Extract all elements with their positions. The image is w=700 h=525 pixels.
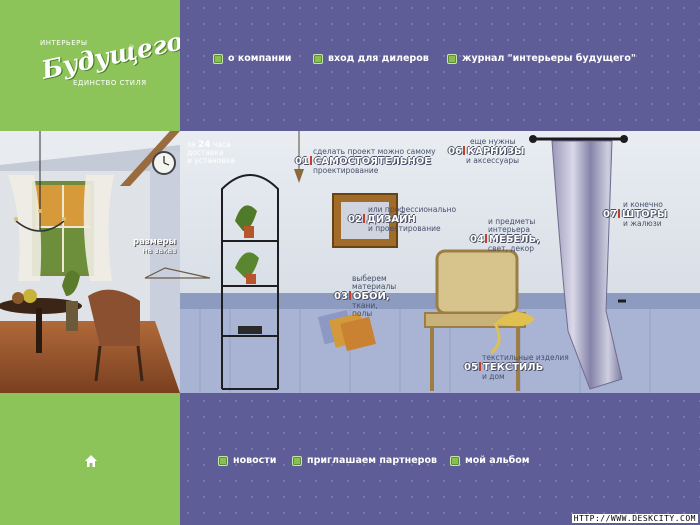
section-01-post: проектирование — [313, 166, 379, 175]
logo[interactable]: Будущего ® — [39, 26, 186, 84]
nav-dealers-label: вход для дилеров — [328, 53, 429, 64]
home-icon[interactable] — [84, 453, 98, 467]
section-07-num: 07 — [603, 209, 617, 220]
top-nav-panel: о компании вход для дилеров журнал "инте… — [180, 0, 700, 131]
nav-magazine-label: журнал "интерьеры будущего" — [462, 53, 636, 64]
section-07[interactable]: и конечно 07 ШТОРЫ и жалюзи — [603, 201, 667, 228]
finally-label: и конечно — [623, 200, 663, 209]
section-02-post: и проектирование — [368, 224, 441, 233]
section-02-num: 02 — [348, 214, 362, 225]
nav-partners[interactable]: приглашаем партнеров — [292, 455, 437, 466]
nav-news[interactable]: новости — [218, 455, 276, 466]
sizes-promo: размеры на заказ — [133, 238, 176, 255]
logo-tagline: ЕДИНСТВО СТИЛЯ — [73, 79, 147, 87]
sizes-line2: на заказ — [142, 246, 177, 255]
bottom-nav-panel: новости приглашаем партнеров мой альбом — [180, 393, 700, 525]
logo-main-text: Будущего — [38, 26, 186, 85]
section-06-pre: еще нужны — [470, 137, 516, 146]
section-03-post2: полы — [352, 309, 373, 318]
square-bullet-icon — [213, 53, 223, 64]
interior-banner: за 24 часа доставка и установка размеры … — [0, 131, 700, 393]
section-05[interactable]: текстильные изделия 05 ТЕКСТИЛЬ и дом — [464, 354, 569, 381]
section-06-num: 06 — [448, 146, 462, 157]
nav-partners-label: приглашаем партнеров — [307, 455, 437, 466]
section-05-pre: текстильные изделия — [482, 353, 569, 362]
section-05-post: и дом — [482, 372, 505, 381]
nav-album-label: мой альбом — [465, 455, 530, 466]
logo-top-text: ИНТЕРЬЕРЫ — [40, 39, 88, 47]
nav-album[interactable]: мой альбом — [450, 455, 530, 466]
section-06[interactable]: еще нужны 06 КАРНИЗЫ и аксессуары — [448, 138, 524, 165]
square-bullet-icon — [218, 455, 228, 466]
section-04-num: 04 — [470, 234, 484, 245]
nav-dealers[interactable]: вход для дилеров — [313, 53, 429, 64]
logo-panel: ИНТЕРЬЕРЫ Будущего ® ЕДИНСТВО СТИЛЯ — [0, 0, 186, 131]
registered-mark: ® — [128, 44, 135, 52]
section-03-pre2: материалы — [352, 282, 397, 291]
square-bullet-icon — [292, 455, 302, 466]
delivery-promo: за 24 часа доставка и установка — [187, 141, 235, 165]
square-bullet-icon — [313, 53, 323, 64]
section-04[interactable]: и предметы интерьера 04 МЕБЕЛЬ, свет, дек… — [470, 218, 540, 253]
section-01-pre: сделать проект можно самому — [313, 147, 436, 156]
section-02[interactable]: или профессионально 02 ДИЗАЙН и проектиро… — [348, 206, 456, 233]
square-bullet-icon — [450, 455, 460, 466]
nav-magazine[interactable]: журнал "интерьеры будущего" — [447, 53, 636, 64]
section-03-num: 03 — [334, 291, 348, 302]
section-04-post: свет, декор — [488, 244, 534, 253]
section-03[interactable]: выберем материалы 03 ОБОИ, ткани, полы — [334, 275, 396, 318]
watermark: HTTP://WWW.DESKCITY.COM — [571, 514, 698, 523]
delivery-line3: и установка — [187, 156, 235, 165]
square-bullet-icon — [447, 53, 457, 64]
section-02-pre: или профессионально — [368, 205, 457, 214]
section-07-post: и жалюзи — [623, 219, 662, 228]
nav-about[interactable]: о компании — [213, 53, 291, 64]
section-01[interactable]: сделать проект можно самому 01 САМОСТОЯТЕ… — [295, 148, 436, 175]
bottom-left-panel — [0, 393, 180, 525]
nav-news-label: новости — [233, 455, 277, 466]
nav-about-label: о компании — [228, 53, 292, 64]
section-05-num: 05 — [464, 362, 478, 373]
section-04-pre2: интерьера — [488, 225, 530, 234]
section-06-post: и аксессуары — [466, 156, 520, 165]
section-01-num: 01 — [295, 156, 309, 167]
